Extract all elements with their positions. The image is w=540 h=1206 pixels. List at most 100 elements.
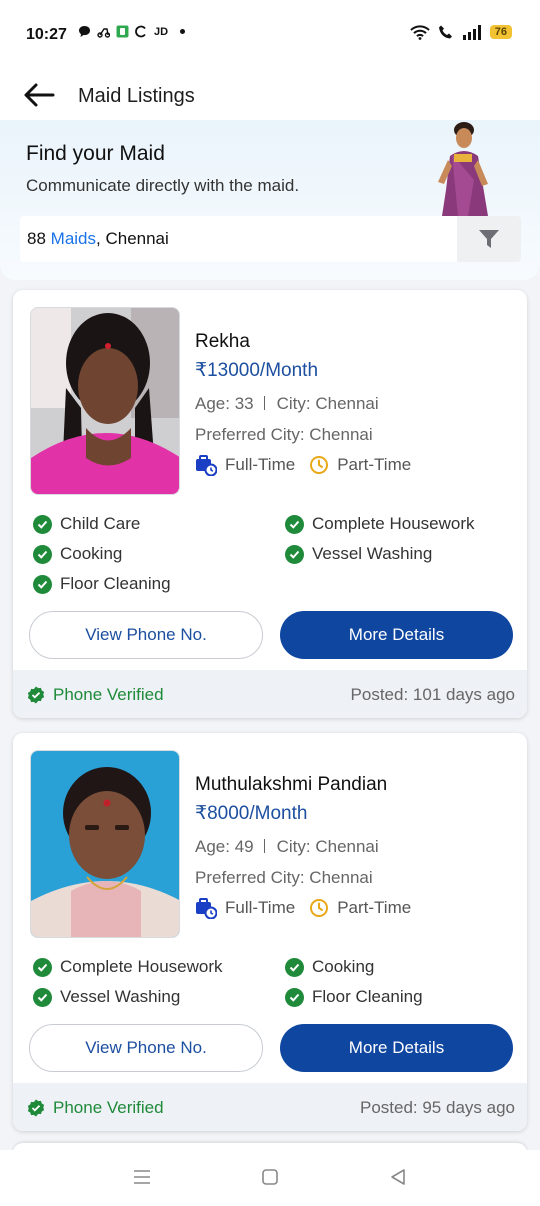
maid-salary: ₹13000/Month (195, 360, 319, 381)
menu-icon[interactable] (132, 1168, 152, 1186)
maid-name: Rekha (195, 331, 250, 352)
skill-label: Cooking (60, 544, 123, 563)
app-bar: Maid Listings (0, 70, 540, 120)
scooter-icon (97, 28, 110, 38)
battery-indicator: 76 (489, 25, 512, 39)
job-type-part-time: Part-Time (309, 455, 411, 475)
call-icon (438, 25, 452, 39)
maid-age: Age: 33 (195, 394, 254, 413)
maid-photo (30, 307, 180, 495)
signal-icon (462, 24, 481, 40)
check-circle-icon (33, 544, 52, 564)
system-nav-bar (0, 1150, 540, 1206)
job-type-full-time: Full-Time (195, 454, 295, 476)
verified-label: Phone Verified (53, 1098, 164, 1117)
briefcase-clock-icon (196, 455, 217, 476)
maid-city: City: Chennai (276, 394, 379, 413)
job-type-label: Full-Time (225, 898, 296, 917)
verified-badge-icon (27, 686, 45, 704)
phone-verified: Phone Verified (27, 685, 164, 705)
view-phone-button[interactable]: View Phone No. (29, 1024, 263, 1072)
skill-label: Cooking (312, 957, 375, 976)
skill-label: Floor Cleaning (312, 987, 423, 1006)
skill-item: Complete Housework (33, 957, 223, 977)
notification-icons: JD (78, 25, 186, 38)
check-circle-icon (33, 574, 52, 594)
hero-banner: Find your Maid Communicate directly with… (0, 120, 540, 280)
job-type-part-time: Part-Time (309, 898, 411, 918)
card-footer: Phone Verified Posted: 101 days ago (13, 670, 527, 718)
check-circle-icon (285, 544, 304, 564)
check-circle-icon (285, 514, 304, 534)
more-details-button[interactable]: More Details (280, 611, 513, 659)
check-circle-icon (285, 987, 304, 1007)
verified-label: Phone Verified (53, 685, 164, 704)
skill-label: Vessel Washing (60, 987, 181, 1006)
skill-item: Floor Cleaning (33, 574, 171, 594)
job-types: Full-Time Part-Time (195, 897, 425, 919)
job-type-label: Part-Time (337, 455, 412, 474)
job-types: Full-Time Part-Time (195, 454, 425, 476)
skill-item: Cooking (285, 957, 374, 977)
skill-label: Complete Housework (312, 514, 475, 533)
card-footer: Phone Verified Posted: 95 days ago (13, 1083, 527, 1131)
app-green-icon (116, 25, 129, 38)
maid-age-city: Age: 33 City: Chennai (195, 394, 379, 414)
maid-salary: ₹8000/Month (195, 803, 308, 824)
wifi-icon (410, 24, 430, 40)
home-square-icon[interactable] (261, 1168, 279, 1186)
filter-button[interactable] (457, 216, 521, 262)
maid-name: Muthulakshmi Pandian (195, 774, 388, 795)
city-text: , Chennai (96, 229, 169, 248)
view-phone-button[interactable]: View Phone No. (29, 611, 263, 659)
skill-item: Complete Housework (285, 514, 475, 534)
posted-date: Posted: 95 days ago (359, 1098, 515, 1117)
clock-icon (310, 456, 329, 474)
hero-title: Find your Maid (26, 142, 165, 165)
skill-item: Vessel Washing (33, 987, 180, 1007)
divider (263, 839, 265, 853)
skill-label: Vessel Washing (312, 544, 433, 563)
skill-item: Cooking (33, 544, 122, 564)
maid-age: Age: 49 (195, 837, 254, 856)
maids-link[interactable]: Maids (51, 229, 96, 248)
filter-icon (479, 230, 499, 248)
hero-subtitle: Communicate directly with the maid. (26, 176, 300, 195)
skill-item: Child Care (33, 514, 140, 534)
maid-age-city: Age: 49 City: Chennai (195, 837, 379, 857)
jd-notification-text: JD (154, 25, 169, 38)
check-circle-icon (33, 514, 52, 534)
status-time: 10:27 (26, 26, 67, 43)
phone-verified: Phone Verified (27, 1098, 164, 1118)
app-c-icon (135, 25, 146, 38)
job-type-full-time: Full-Time (195, 897, 295, 919)
maid-count: 88 (27, 229, 46, 248)
clock-icon (310, 899, 329, 917)
maid-photo (30, 750, 180, 938)
back-triangle-icon[interactable] (389, 1168, 407, 1186)
job-type-label: Part-Time (337, 898, 412, 917)
job-type-label: Full-Time (225, 455, 296, 474)
maid-card[interactable]: Rekha ₹13000/Month Age: 33 City: Chennai … (13, 290, 527, 718)
check-circle-icon (33, 987, 52, 1007)
briefcase-clock-icon (196, 898, 217, 919)
skill-item: Floor Cleaning (285, 987, 423, 1007)
posted-date: Posted: 101 days ago (350, 685, 515, 704)
verified-badge-icon (27, 1099, 45, 1117)
location-filter-bar[interactable]: 88 Maids, Chennai (20, 216, 521, 262)
back-arrow-icon[interactable] (22, 82, 56, 108)
check-circle-icon (33, 957, 52, 977)
skill-label: Complete Housework (60, 957, 223, 976)
divider (263, 396, 265, 410)
more-details-button[interactable]: More Details (280, 1024, 513, 1072)
maid-preferred-city: Preferred City: Chennai (195, 868, 373, 887)
maid-card[interactable]: Muthulakshmi Pandian ₹8000/Month Age: 49… (13, 733, 527, 1131)
chat-bubble-icon (79, 26, 90, 37)
more-dot-icon (180, 29, 186, 34)
maid-illustration-icon (438, 122, 488, 216)
maid-preferred-city: Preferred City: Chennai (195, 425, 373, 444)
check-circle-icon (285, 957, 304, 977)
skill-label: Floor Cleaning (60, 574, 171, 593)
status-bar: 10:27 JD 76 (0, 0, 540, 70)
maid-count-text: 88 Maids, Chennai (27, 229, 169, 249)
